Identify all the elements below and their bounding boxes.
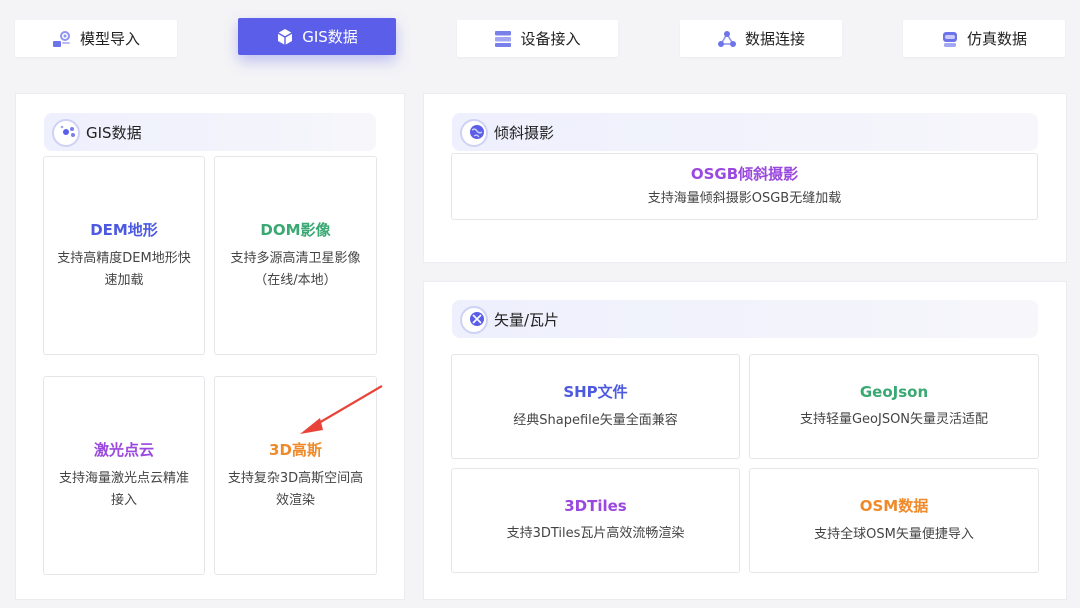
- card-desc: 支持全球OSM矢量便捷导入: [814, 527, 974, 542]
- card-lidar-pointcloud[interactable]: 激光点云 支持海量激光点云精准接入: [43, 376, 205, 575]
- card-desc: 支持高精度DEM地形快速加载: [57, 251, 191, 288]
- cube-icon: [276, 28, 294, 46]
- card-osm-data[interactable]: OSM数据 支持全球OSM矢量便捷导入: [749, 468, 1039, 573]
- card-desc: 支持3DTiles瓦片高效流畅渲染: [506, 525, 685, 541]
- section-title: GIS数据: [86, 123, 142, 142]
- card-desc: 支持多源高清卫星影像（在线/本地）: [230, 251, 361, 288]
- oblique-panel: 倾斜摄影 OSGB倾斜摄影 支持海量倾斜摄影OSGB无缝加载: [423, 93, 1067, 263]
- robot-icon: [941, 30, 959, 48]
- tab-label: 仿真数据: [966, 30, 1027, 48]
- card-3dtiles[interactable]: 3DTiles 支持3DTiles瓦片高效流畅渲染: [451, 468, 740, 573]
- tab-device-access[interactable]: 设备接入: [457, 20, 618, 57]
- server-icon: [494, 30, 512, 48]
- card-title: OSM数据: [859, 497, 929, 515]
- card-dom-imagery[interactable]: DOM影像 支持多源高清卫星影像（在线/本地）: [214, 156, 377, 355]
- tab-label: 数据连接: [744, 30, 805, 48]
- annotation-arrow: [300, 385, 383, 434]
- network-icon: [717, 30, 737, 48]
- card-title: OSGB倾斜摄影: [690, 165, 799, 183]
- tab-model-import[interactable]: 模型导入: [15, 20, 177, 57]
- card-desc: 经典Shapefile矢量全面兼容: [513, 413, 678, 428]
- card-title: SHP文件: [563, 383, 628, 401]
- card-title: GeoJson: [859, 382, 929, 401]
- card-desc: 支持海量倾斜摄影OSGB无缝加载: [647, 191, 842, 206]
- tab-label: GIS数据: [302, 28, 358, 46]
- card-osgb-oblique[interactable]: OSGB倾斜摄影 支持海量倾斜摄影OSGB无缝加载: [451, 153, 1038, 220]
- card-desc: 支持复杂3D高斯空间高效渲染: [227, 471, 364, 508]
- vector-panel: 矢量/瓦片 SHP文件 经典Shapefile矢量全面兼容 GeoJson 支持…: [423, 281, 1067, 600]
- card-title: 激光点云: [93, 441, 154, 459]
- compass-icon: [460, 304, 490, 334]
- globe-icon: [460, 117, 490, 147]
- card-desc: 支持轻量GeoJSON矢量灵活适配: [799, 411, 989, 427]
- card-title: DOM影像: [260, 221, 331, 239]
- card-title: DEM地形: [90, 221, 158, 239]
- tab-gis-data[interactable]: GIS数据: [238, 18, 396, 55]
- card-title: 3D高斯: [269, 441, 322, 459]
- tab-label: 设备接入: [520, 30, 581, 48]
- card-dem-terrain[interactable]: DEM地形 支持高精度DEM地形快速加载: [43, 156, 205, 355]
- section-header-oblique: 倾斜摄影: [452, 113, 1038, 151]
- section-title: 倾斜摄影: [494, 123, 555, 142]
- card-shp-file[interactable]: SHP文件 经典Shapefile矢量全面兼容: [451, 354, 740, 459]
- dots-cluster-icon: [52, 117, 82, 147]
- section-header-vector: 矢量/瓦片: [452, 300, 1038, 338]
- gis-panel: GIS数据 DEM地形 支持高精度DEM地形快速加载 DOM影像 支持多源高清卫…: [15, 93, 405, 600]
- card-desc: 支持海量激光点云精准接入: [58, 471, 189, 508]
- tab-simulation-data[interactable]: 仿真数据: [903, 20, 1065, 57]
- section-title: 矢量/瓦片: [494, 310, 560, 329]
- tab-label: 模型导入: [79, 30, 140, 48]
- model-import-icon: [52, 30, 72, 48]
- tab-data-connection[interactable]: 数据连接: [680, 20, 842, 57]
- card-geojson[interactable]: GeoJson 支持轻量GeoJSON矢量灵活适配: [749, 354, 1039, 459]
- section-header-gis: GIS数据: [44, 113, 376, 151]
- card-title: 3DTiles: [564, 496, 627, 515]
